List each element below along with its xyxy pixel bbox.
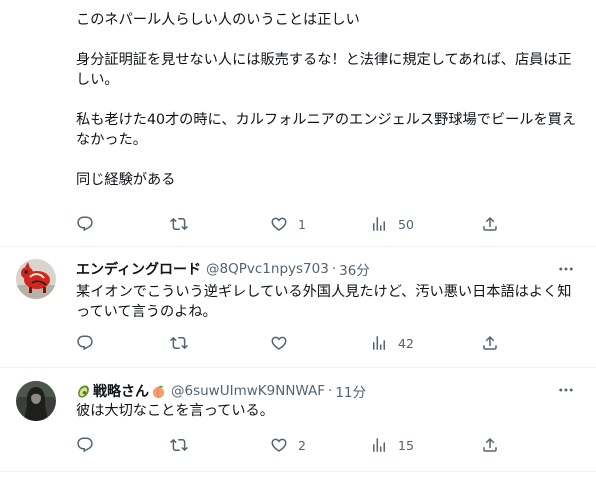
heart-icon <box>270 436 288 454</box>
timeline: このネパール人らしい人のいうことは正しい 身分証明証を見せない人には販売するな！… <box>0 0 596 482</box>
views-count: 15 <box>398 437 414 453</box>
tweet-header: 戦略さん @6suwUImwK9NNWAF · 11分 <box>76 381 366 401</box>
retweet-button[interactable] <box>170 333 198 353</box>
share-icon <box>481 215 499 233</box>
tweet[interactable]: 戦略さん @6suwUImwK9NNWAF · 11分 彼は大切なことを言ってい… <box>0 368 596 471</box>
like-count: 1 <box>298 216 306 232</box>
views-count: 42 <box>398 335 414 351</box>
tweet-actions: 1 50 <box>76 214 506 234</box>
share-icon <box>481 334 499 352</box>
reply-icon <box>76 436 94 454</box>
heart-icon <box>270 334 288 352</box>
user-handle[interactable]: @6suwUImwK9NNWAF <box>171 383 325 399</box>
like-button[interactable]: 2 <box>270 435 306 455</box>
more-icon <box>557 260 575 278</box>
avatar[interactable] <box>16 381 56 421</box>
timestamp[interactable]: 36分 <box>339 259 370 279</box>
tweet-actions: 42 <box>76 333 506 353</box>
views-icon <box>370 334 388 352</box>
display-name[interactable]: エンディングロード <box>76 259 201 279</box>
share-button[interactable] <box>481 435 499 455</box>
avatar-image <box>16 259 56 299</box>
separator-dot: · <box>331 261 337 277</box>
peach-icon <box>152 385 165 398</box>
separator-dot: · <box>328 383 333 399</box>
reply-icon <box>76 334 94 352</box>
tweet[interactable]: このネパール人らしい人のいうことは正しい 身分証明証を見せない人には販売するな！… <box>0 0 596 246</box>
views-count: 50 <box>398 216 414 232</box>
timestamp[interactable]: 11分 <box>335 381 366 401</box>
like-button[interactable] <box>270 333 298 353</box>
reply-button[interactable] <box>76 333 104 353</box>
views-icon <box>370 436 388 454</box>
reply-icon <box>76 215 94 233</box>
retweet-icon <box>170 334 188 352</box>
heart-icon <box>270 215 288 233</box>
retweet-icon <box>170 436 188 454</box>
reply-button[interactable] <box>76 214 104 234</box>
tweet-actions: 2 15 <box>76 435 506 455</box>
share-button[interactable] <box>481 214 499 234</box>
like-button[interactable]: 1 <box>270 214 306 234</box>
tweet-text: 彼は大切なことを言っている。 <box>76 403 274 419</box>
retweet-button[interactable] <box>170 435 198 455</box>
more-button[interactable] <box>556 380 576 400</box>
views-button[interactable]: 50 <box>370 214 414 234</box>
views-button[interactable]: 15 <box>370 435 414 455</box>
avatar[interactable] <box>16 259 56 299</box>
views-icon <box>370 215 388 233</box>
divider <box>0 471 596 472</box>
tweet-text: このネパール人らしい人のいうことは正しい 身分証明証を見せない人には販売するな！… <box>76 12 577 188</box>
retweet-button[interactable] <box>170 214 198 234</box>
like-count: 2 <box>298 437 306 453</box>
reply-button[interactable] <box>76 435 104 455</box>
tweet[interactable]: エンディングロード @8QPvc1npys703 · 36分 某イオンでこういう… <box>0 247 596 367</box>
tweet-header: エンディングロード @8QPvc1npys703 · 36分 <box>76 259 370 279</box>
avatar-image <box>16 381 56 421</box>
retweet-icon <box>170 215 188 233</box>
tweet-text: 某イオンでこういう逆ギレしている外国人見たけど、汚い悪い日本語はよく知っていて言… <box>76 284 572 320</box>
views-button[interactable]: 42 <box>370 333 414 353</box>
share-icon <box>481 436 499 454</box>
more-button[interactable] <box>556 259 576 279</box>
display-name[interactable]: 戦略さん <box>93 381 149 401</box>
user-handle[interactable]: @8QPvc1npys703 <box>206 261 329 277</box>
share-button[interactable] <box>481 333 499 353</box>
avocado-icon <box>78 384 89 398</box>
more-icon <box>557 381 575 399</box>
